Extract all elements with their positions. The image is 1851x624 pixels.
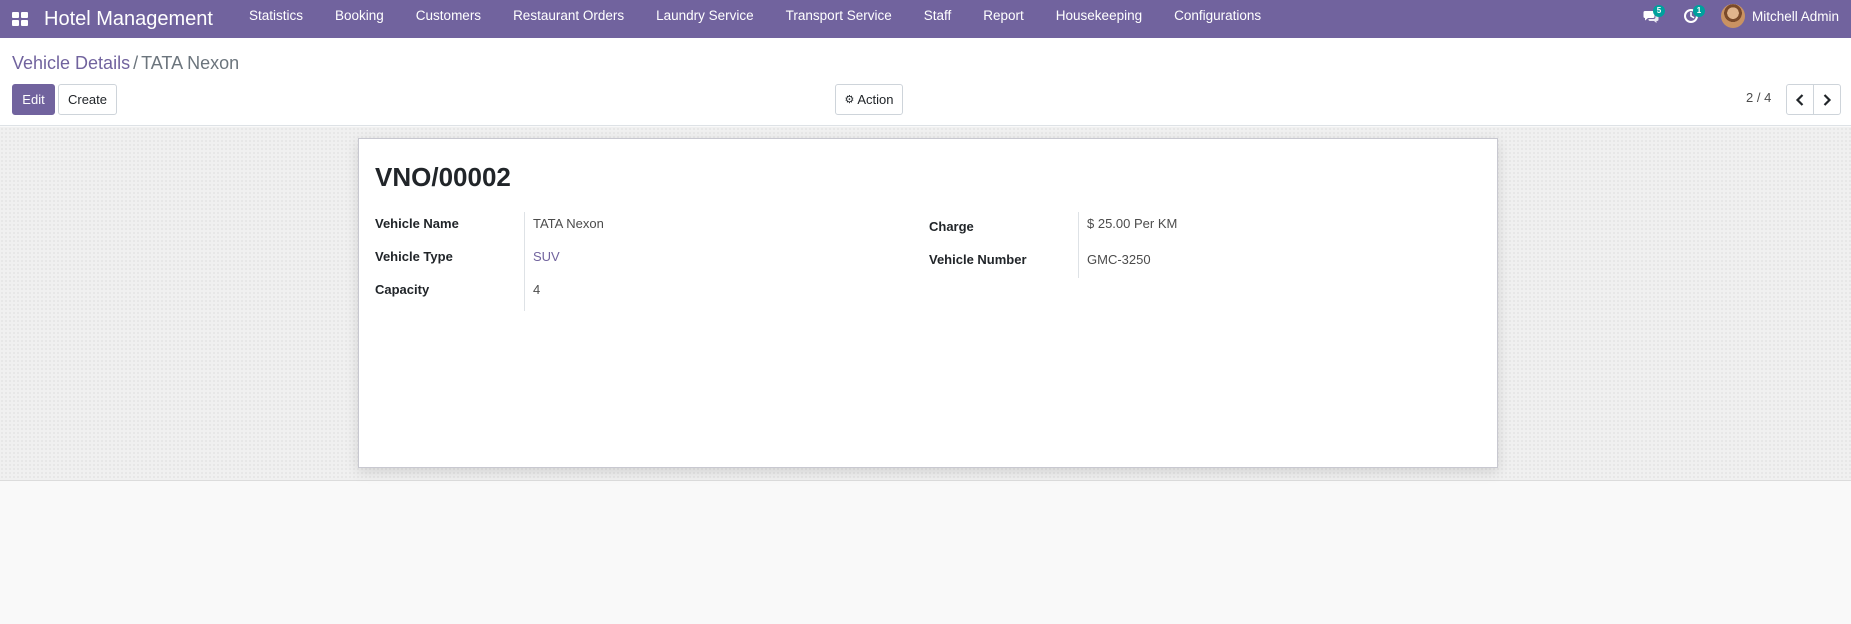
field-label: Charge (929, 212, 1079, 245)
breadcrumb-parent-link[interactable]: Vehicle Details (12, 53, 130, 73)
menu-item-transport-service[interactable]: Transport Service (770, 0, 908, 38)
user-name: Mitchell Admin (1751, 8, 1839, 24)
field-capacity: Capacity 4 (375, 278, 915, 311)
avatar (1720, 4, 1745, 28)
field-value: TATA Nexon (533, 216, 604, 231)
breadcrumb-separator: / (133, 53, 139, 73)
pager-previous-button[interactable] (1786, 84, 1814, 115)
menu-item-restaurant-orders[interactable]: Restaurant Orders (497, 0, 640, 38)
field-charge: Charge $ 25.00 Per KM (929, 212, 1469, 245)
breadcrumb-current: TATA Nexon (141, 53, 240, 73)
field-label: Vehicle Type (375, 245, 525, 278)
systray: 5 1 Mitchell Admin (1631, 0, 1851, 38)
pager-next-button[interactable] (1813, 84, 1841, 115)
activities-button[interactable]: 1 (1671, 0, 1711, 38)
action-button[interactable]: ⚙ Action (835, 84, 903, 115)
apps-menu-icon[interactable] (0, 0, 40, 38)
field-label: Vehicle Number (929, 245, 1079, 278)
field-vehicle-type: Vehicle Type SUV (375, 245, 915, 278)
field-vehicle-name: Vehicle Name TATA Nexon (375, 212, 915, 245)
main-menu: Statistics Booking Customers Restaurant … (233, 0, 1277, 38)
control-panel: Vehicle Details / TATA Nexon Edit Create ⚙… (0, 38, 1851, 126)
field-group-right: Charge $ 25.00 Per KM Vehicle Number GMC… (929, 212, 1469, 278)
menu-item-configurations[interactable]: Configurations (1158, 0, 1277, 38)
menu-item-customers[interactable]: Customers (400, 0, 497, 38)
field-vehicle-number: Vehicle Number GMC-3250 (929, 245, 1469, 278)
messages-count-badge: 5 (1652, 5, 1665, 17)
activities-count-badge: 1 (1692, 5, 1705, 17)
menu-item-statistics[interactable]: Statistics (233, 0, 319, 38)
menu-item-booking[interactable]: Booking (319, 0, 400, 38)
record-title: VNO/00002 (375, 162, 511, 192)
action-button-label: Action (857, 92, 894, 107)
breadcrumb: Vehicle Details / TATA Nexon (12, 51, 239, 75)
chevron-right-icon (1823, 93, 1832, 106)
field-value: GMC-3250 (1087, 252, 1151, 267)
menu-item-staff[interactable]: Staff (908, 0, 968, 38)
field-label: Capacity (375, 278, 525, 311)
messages-button[interactable]: 5 (1631, 0, 1671, 38)
gear-icon: ⚙ (844, 94, 855, 106)
menu-item-housekeeping[interactable]: Housekeeping (1040, 0, 1158, 38)
app-title[interactable]: Hotel Management (40, 0, 233, 38)
chevron-left-icon (1795, 93, 1804, 106)
field-value: 4 (533, 282, 541, 297)
top-navbar: Hotel Management Statistics Booking Cust… (0, 0, 1851, 38)
field-value: $ 25.00 Per KM (1087, 216, 1178, 231)
pager-value[interactable]: 2 / 4 (1746, 90, 1771, 105)
field-group-left: Vehicle Name TATA Nexon Vehicle Type SUV… (375, 212, 915, 311)
vehicle-type-link[interactable]: SUV (525, 245, 560, 264)
user-menu[interactable]: Mitchell Admin (1711, 0, 1851, 38)
menu-item-laundry-service[interactable]: Laundry Service (640, 0, 770, 38)
create-button[interactable]: Create (58, 84, 117, 115)
menu-item-report[interactable]: Report (967, 0, 1040, 38)
field-label: Vehicle Name (375, 212, 525, 245)
edit-button[interactable]: Edit (12, 84, 55, 115)
form-sheet: VNO/00002 Vehicle Name TATA Nexon Vehicl… (358, 138, 1498, 468)
